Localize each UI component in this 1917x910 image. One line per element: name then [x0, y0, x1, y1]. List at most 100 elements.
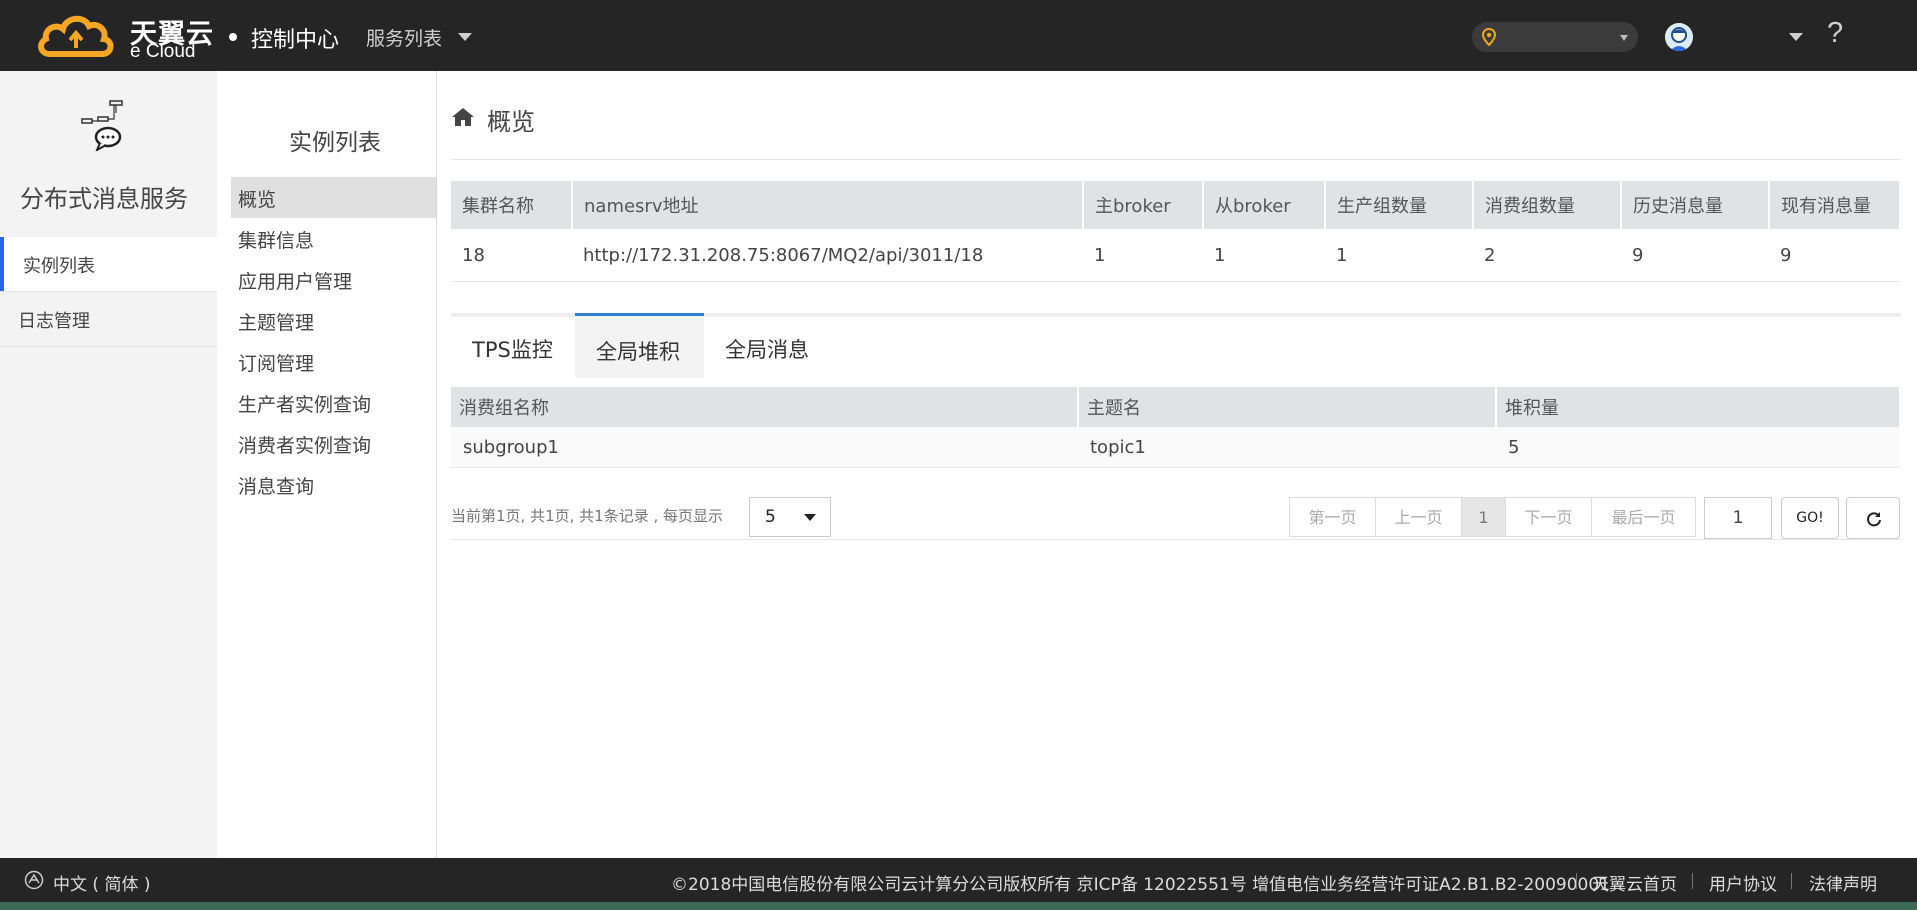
- divider: [1576, 873, 1577, 889]
- divider: [451, 159, 1901, 160]
- help-icon[interactable]: ?: [1827, 17, 1843, 50]
- copyright-text: ©2018中国电信股份有限公司云计算分公司版权所有 京ICP备 12022551…: [671, 875, 1611, 895]
- current-page-button[interactable]: 1: [1461, 497, 1506, 537]
- table-cell: 5: [1496, 427, 1900, 468]
- divider: [1692, 873, 1693, 889]
- submenu-item-label: 订阅管理: [238, 353, 315, 375]
- submenu-title: 实例列表: [289, 130, 381, 156]
- goto-page-input[interactable]: 1: [1704, 497, 1772, 539]
- top-nav-bar: 天翼云 e Cloud 控制中心 服务列表 ?: [0, 0, 1917, 71]
- table-cell: topic1: [1078, 427, 1496, 468]
- table-cell: 2: [1473, 229, 1621, 282]
- language-icon[interactable]: [24, 870, 44, 890]
- user-menu-chevron-icon[interactable]: [1789, 33, 1803, 41]
- submenu-item-subscriptions[interactable]: 订阅管理: [231, 341, 436, 382]
- service-sidebar: 分布式消息服务 实例列表 日志管理: [0, 71, 217, 858]
- submenu-item-message-query[interactable]: 消息查询: [231, 464, 436, 505]
- user-avatar[interactable]: [1665, 23, 1693, 51]
- submenu-item-label: 集群信息: [238, 230, 315, 252]
- submenu-item-label: 消费者实例查询: [238, 435, 372, 457]
- footer: 中文 ( 简体 ) ©2018中国电信股份有限公司云计算分公司版权所有 京ICP…: [0, 858, 1917, 902]
- submenu-item-app-users[interactable]: 应用用户管理: [231, 259, 436, 300]
- last-page-button[interactable]: 最后一页: [1591, 497, 1696, 537]
- tab-panel: TPS监控 全局堆积 全局消息 消费组名称 主题名 堆积量 subgroup1 …: [451, 313, 1901, 555]
- column-header: 现有消息量: [1769, 181, 1901, 229]
- region-selector[interactable]: [1472, 22, 1638, 52]
- tab-global-backlog[interactable]: 全局堆积: [575, 313, 704, 378]
- message-service-icon: [81, 100, 123, 151]
- chevron-down-icon: [804, 514, 816, 521]
- service-title: 分布式消息服务: [20, 185, 188, 213]
- page-title: 概览: [487, 108, 535, 136]
- submenu-item-label: 概览: [238, 189, 277, 211]
- avatar-icon: [1665, 23, 1693, 51]
- sidebar-item-label: 日志管理: [18, 311, 90, 332]
- table-cell: 1: [1325, 229, 1473, 282]
- submenu-item-producer-query[interactable]: 生产者实例查询: [231, 382, 436, 423]
- table-cell: subgroup1: [451, 427, 1078, 468]
- tab-label: 全局堆积: [596, 340, 680, 364]
- table-cell: http://172.31.208.75:8067/MQ2/api/3011/1…: [572, 229, 1083, 282]
- chevron-down-icon[interactable]: [458, 33, 472, 41]
- column-header: 生产组数量: [1325, 181, 1474, 229]
- pagination-bar: 当前第1页, 共1页, 共1条记录 , 每页显示 5 第一页 上一页 1 下一页…: [451, 479, 1901, 540]
- pagination-info: 当前第1页, 共1页, 共1条记录 , 每页显示: [451, 507, 724, 525]
- tab-label: TPS监控: [472, 338, 553, 362]
- submenu-item-label: 生产者实例查询: [238, 394, 372, 416]
- table-cell: 18: [451, 229, 572, 282]
- tab-label: 全局消息: [725, 338, 809, 362]
- column-header: 主broker: [1083, 181, 1204, 229]
- column-header: namesrv地址: [572, 181, 1084, 229]
- refresh-icon: [1867, 512, 1881, 527]
- page-size-value: 5: [765, 507, 776, 527]
- sidebar-item-label: 实例列表: [23, 256, 95, 277]
- submenu-item-label: 主题管理: [238, 312, 315, 334]
- tab-global-messages[interactable]: 全局消息: [704, 317, 828, 375]
- column-header: 堆积量: [1496, 387, 1901, 427]
- table-cell: 9: [1769, 229, 1900, 282]
- backlog-table: 消费组名称 主题名 堆积量 subgroup1 topic1 5: [451, 387, 1901, 468]
- next-page-button[interactable]: 下一页: [1505, 497, 1592, 537]
- sidebar-item-instance-list[interactable]: 实例列表: [0, 237, 217, 291]
- chevron-down-icon: [1620, 35, 1628, 41]
- table-cell: 9: [1621, 229, 1769, 282]
- footer-link-user-agreement[interactable]: 用户协议: [1709, 870, 1777, 895]
- footer-link-home[interactable]: 天翼云首页: [1592, 870, 1677, 895]
- column-header: 历史消息量: [1621, 181, 1770, 229]
- footer-link-legal[interactable]: 法律声明: [1809, 870, 1877, 895]
- refresh-button[interactable]: [1846, 497, 1900, 539]
- service-list-dropdown[interactable]: 服务列表: [366, 24, 442, 51]
- submenu-item-cluster-info[interactable]: 集群信息: [231, 218, 436, 259]
- table-header-row: 消费组名称 主题名 堆积量: [451, 387, 1901, 427]
- table-cell: 1: [1083, 229, 1203, 282]
- main-content: 概览 集群名称 namesrv地址 主broker 从broker 生产组数量 …: [451, 71, 1901, 858]
- column-header: 消费组数量: [1473, 181, 1622, 229]
- sidebar-item-log-management[interactable]: 日志管理: [0, 292, 217, 346]
- cloud-logo-icon: [38, 15, 114, 57]
- console-link[interactable]: 控制中心: [251, 22, 339, 54]
- tab-tps-monitor[interactable]: TPS监控: [451, 317, 575, 375]
- os-taskbar-strip: [0, 902, 1917, 910]
- page-size-select[interactable]: 5: [749, 497, 831, 537]
- table-header-row: 集群名称 namesrv地址 主broker 从broker 生产组数量 消费组…: [451, 181, 1901, 229]
- divider: [0, 346, 217, 347]
- prev-page-button[interactable]: 上一页: [1375, 497, 1462, 537]
- location-pin-icon: [1482, 28, 1496, 46]
- logo-text-en: e Cloud: [130, 41, 196, 62]
- first-page-button[interactable]: 第一页: [1289, 497, 1376, 537]
- go-button[interactable]: GO!: [1781, 497, 1839, 539]
- submenu-item-consumer-query[interactable]: 消费者实例查询: [231, 423, 436, 464]
- table-row: subgroup1 topic1 5: [451, 427, 1900, 468]
- column-header: 消费组名称: [451, 387, 1079, 427]
- overview-table: 集群名称 namesrv地址 主broker 从broker 生产组数量 消费组…: [451, 181, 1901, 282]
- submenu-item-topics[interactable]: 主题管理: [231, 300, 436, 341]
- column-header: 主题名: [1078, 387, 1497, 427]
- submenu-item-overview[interactable]: 概览: [231, 177, 436, 218]
- separator-dot: [229, 33, 237, 41]
- submenu-item-label: 消息查询: [238, 476, 315, 498]
- column-header: 集群名称: [451, 181, 573, 229]
- language-selector[interactable]: 中文 ( 简体 ): [53, 870, 150, 895]
- home-icon: [452, 108, 474, 126]
- instance-submenu: 实例列表 概览 集群信息 应用用户管理 主题管理 订阅管理 生产者实例查询 消费…: [217, 71, 437, 858]
- column-header: 从broker: [1203, 181, 1326, 229]
